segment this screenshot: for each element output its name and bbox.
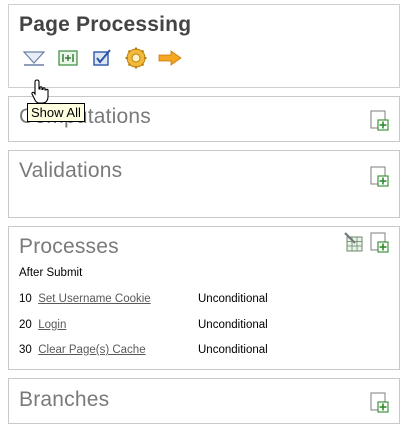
process-seq: 30	[19, 344, 32, 356]
process-link[interactable]: Clear Page(s) Cache	[38, 344, 145, 356]
check-icon	[93, 49, 111, 66]
tooltip: Show All	[27, 103, 85, 122]
branches-panel: Branches	[8, 378, 400, 424]
edit-processes-icon[interactable]	[343, 231, 365, 253]
process-row: 10 Set Username Cookie Unconditional	[19, 293, 268, 305]
check-button[interactable]	[89, 47, 115, 69]
expand-icon	[58, 50, 78, 66]
show-all-icon	[22, 51, 46, 66]
validations-title: Validations	[19, 159, 123, 182]
process-link[interactable]: Set Username Cookie	[38, 293, 151, 305]
branches-title: Branches	[19, 388, 110, 411]
create-validation-icon[interactable]	[369, 165, 389, 187]
process-condition: Unconditional	[198, 344, 268, 356]
processes-title: Processes	[19, 235, 119, 258]
create-branch-icon[interactable]	[369, 391, 389, 413]
process-condition: Unconditional	[198, 293, 268, 305]
settings-button[interactable]	[123, 47, 149, 69]
arrow-right-icon	[158, 50, 182, 66]
validations-panel: Validations	[8, 150, 400, 218]
process-seq: 10	[19, 293, 32, 305]
processes-panel: Processes After Submit 10 Set Username C…	[8, 226, 400, 370]
expand-button[interactable]	[55, 47, 81, 69]
process-condition: Unconditional	[198, 319, 268, 331]
toolbar	[21, 47, 183, 69]
process-seq: 20	[19, 319, 32, 331]
page-title: Page Processing	[19, 13, 192, 36]
process-row: 20 Login Unconditional	[19, 319, 268, 331]
process-row: 30 Clear Page(s) Cache Unconditional	[19, 344, 268, 356]
create-computation-icon[interactable]	[369, 109, 389, 131]
process-link[interactable]: Login	[38, 319, 66, 331]
show-all-button[interactable]	[21, 47, 47, 69]
page-processing-panel: Page Processing	[8, 4, 400, 88]
gear-icon	[125, 47, 147, 69]
process-point-label: After Submit	[19, 267, 83, 279]
hand-cursor-icon	[31, 79, 49, 104]
create-process-icon[interactable]	[369, 231, 389, 253]
next-button[interactable]	[157, 47, 183, 69]
